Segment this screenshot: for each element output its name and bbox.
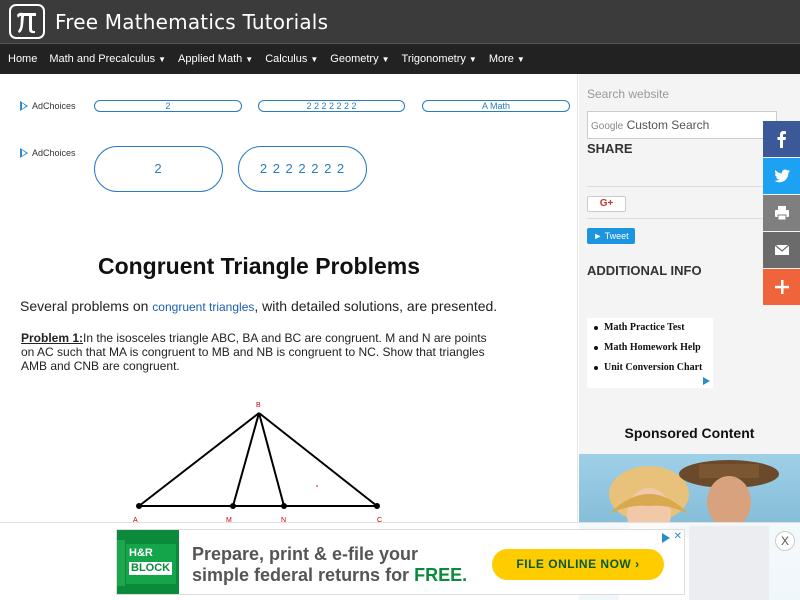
more-share-button[interactable] xyxy=(763,269,800,305)
ad-headline: Prepare, print & e-file your simple fede… xyxy=(192,544,468,585)
nav-item-trigonometry[interactable]: Trigonometry ▼ xyxy=(402,53,477,65)
nav-item-more[interactable]: More ▼ xyxy=(489,53,525,65)
nav-item-geometry[interactable]: Geometry ▼ xyxy=(330,53,389,65)
ad-link-item[interactable]: Math Practice Test xyxy=(587,318,713,338)
adchoices-badge[interactable]: AdChoices xyxy=(20,101,76,111)
print-button[interactable] xyxy=(763,195,800,231)
close-bottom-ad-button[interactable]: X xyxy=(775,531,795,551)
caret-down-icon: ▼ xyxy=(516,55,525,64)
share-heading: SHARE xyxy=(587,141,633,156)
caret-down-icon: ▼ xyxy=(468,55,477,64)
adchoices-icon[interactable] xyxy=(662,533,670,543)
ad-link-button[interactable]: 2 xyxy=(94,146,223,192)
caret-down-icon: ▼ xyxy=(310,55,319,64)
file-online-now-button[interactable]: FILE ONLINE NOW › xyxy=(492,549,664,580)
tweet-button[interactable]: ► Tweet xyxy=(587,228,635,244)
problem-label: Problem 1: xyxy=(21,331,84,345)
email-icon xyxy=(774,244,789,255)
social-share-bar xyxy=(763,121,800,306)
facebook-share-button[interactable] xyxy=(763,121,800,157)
nav-item-applied-math[interactable]: Applied Math ▼ xyxy=(178,53,253,65)
nav-item-calculus[interactable]: Calculus ▼ xyxy=(265,53,318,65)
adchoices-icon xyxy=(20,148,28,158)
ad-link-button[interactable]: A Math xyxy=(422,100,570,112)
vertex-label-b: B xyxy=(256,402,261,409)
problem-text: In the isosceles triangle ABC, BA and BC… xyxy=(21,331,487,373)
print-icon xyxy=(774,206,789,221)
divider xyxy=(587,218,787,219)
adchoices-badge[interactable]: AdChoices xyxy=(20,148,76,158)
plus-icon xyxy=(774,280,789,294)
site-header: Free Mathematics Tutorials xyxy=(0,0,800,43)
nav-item-home[interactable]: Home xyxy=(8,53,37,65)
ad-row-1: AdChoices xyxy=(20,101,76,111)
nav-item-math-and-precalculus[interactable]: Math and Precalculus ▼ xyxy=(49,53,166,65)
pi-icon xyxy=(17,12,36,33)
ad-link-item[interactable]: Unit Conversion Chart xyxy=(587,358,713,378)
sponsored-heading: Sponsored Content xyxy=(624,425,755,441)
intro-paragraph: Several problems on congruent triangles,… xyxy=(20,298,498,314)
problem-1: Problem 1:In the isosceles triangle ABC,… xyxy=(21,331,501,373)
ad-link-item[interactable]: Math Homework Help xyxy=(587,338,713,358)
twitter-bird-icon: ► xyxy=(593,231,603,241)
adchoices-icon xyxy=(20,101,28,111)
hrblock-logo: H&R BLOCK xyxy=(117,530,179,594)
search-label: Search website xyxy=(587,87,670,101)
ad-link-button[interactable]: 2 2 2 2 2 2 2 xyxy=(238,146,367,192)
twitter-share-button[interactable] xyxy=(763,158,800,194)
adchoices-icon[interactable] xyxy=(703,377,710,385)
site-logo[interactable] xyxy=(9,4,45,39)
google-label: Google xyxy=(591,121,624,132)
additional-info-heading: ADDITIONAL INFO xyxy=(587,263,702,278)
caret-down-icon: ▼ xyxy=(158,55,167,64)
divider xyxy=(587,186,787,187)
ad-link-button[interactable]: 2 xyxy=(94,100,242,112)
facebook-icon xyxy=(777,131,786,148)
congruent-triangles-link[interactable]: congruent triangles xyxy=(152,300,254,314)
email-share-button[interactable] xyxy=(763,232,800,268)
site-title[interactable]: Free Mathematics Tutorials xyxy=(55,10,328,34)
ad-links-box: Math Practice Test Math Homework Help Un… xyxy=(587,318,713,388)
caret-down-icon: ▼ xyxy=(381,55,390,64)
page-title: Congruent Triangle Problems xyxy=(97,253,421,279)
ad-link-button[interactable]: 2 2 2 2 2 2 2 xyxy=(258,100,405,112)
twitter-icon xyxy=(773,169,790,183)
bottom-ad-bar: H&R BLOCK Prepare, print & e-file your si… xyxy=(0,522,800,600)
main-nav: Home Math and Precalculus ▼ Applied Math ▼ Ca… xyxy=(0,43,800,74)
ad-close-icon[interactable]: ✕ xyxy=(674,531,682,542)
search-placeholder: Custom Search xyxy=(626,118,710,132)
gplus-button[interactable]: G+ xyxy=(587,196,626,212)
hrblock-ad[interactable]: H&R BLOCK Prepare, print & e-file your si… xyxy=(116,529,685,595)
ad-row-2: AdChoices xyxy=(20,148,76,158)
caret-down-icon: ▼ xyxy=(245,55,254,64)
search-input[interactable]: Google Custom Search xyxy=(587,111,777,139)
